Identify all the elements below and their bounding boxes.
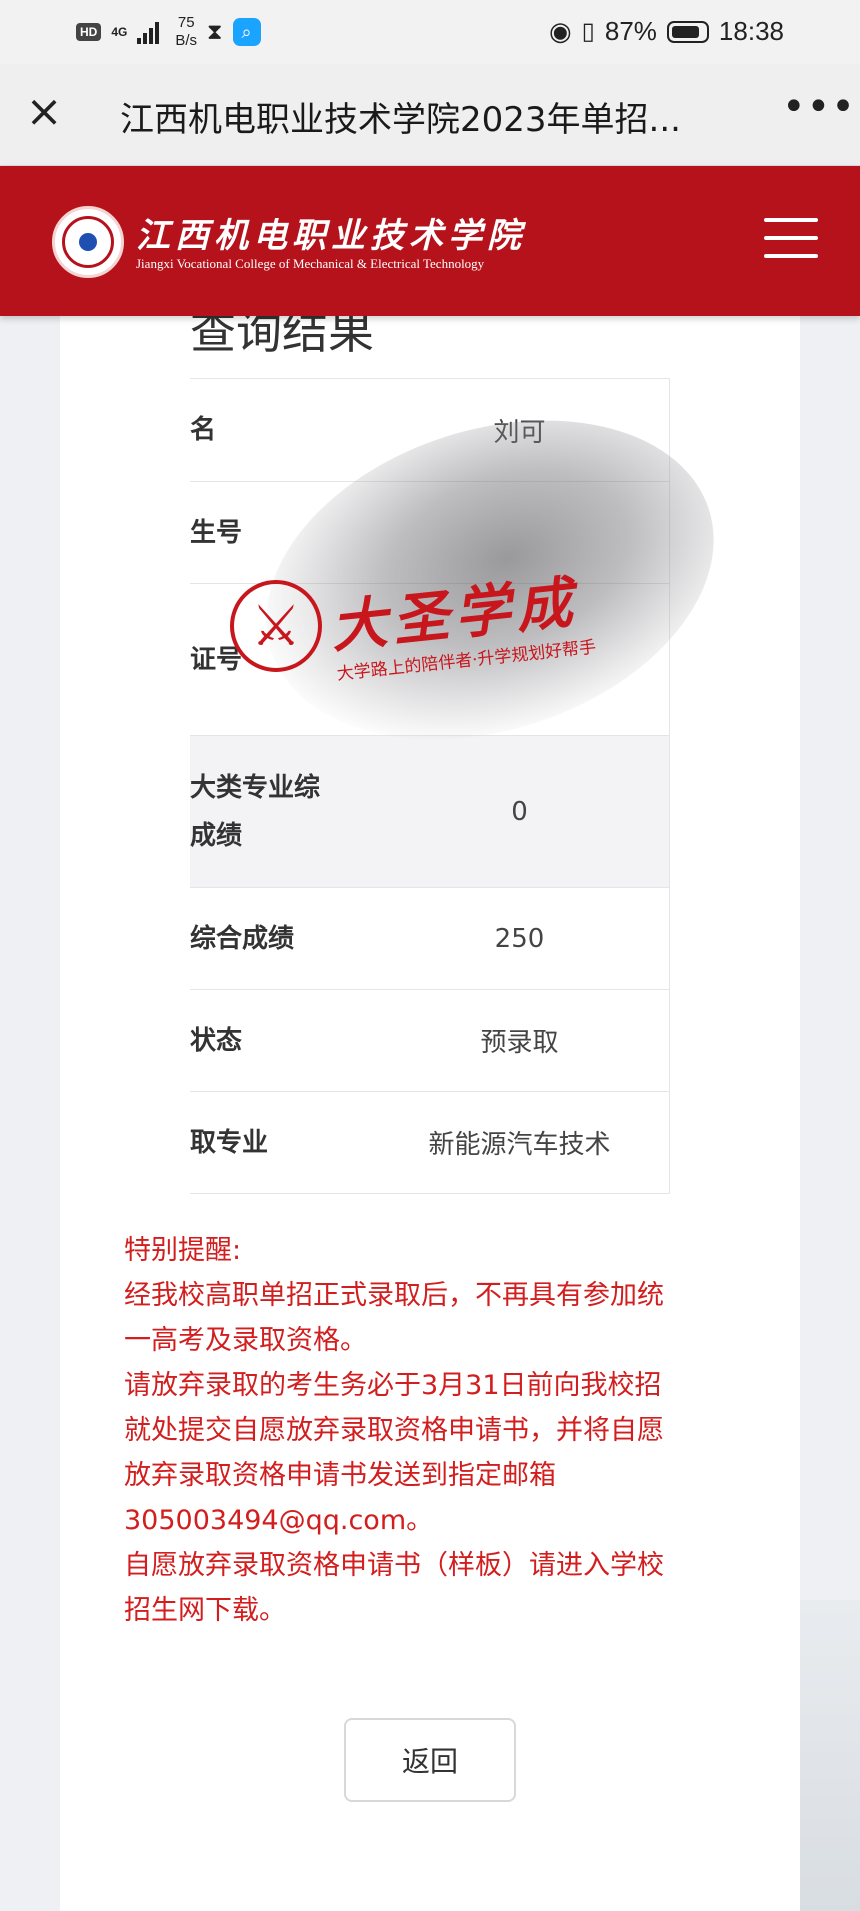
row-value: 刘可 <box>493 417 546 448</box>
background-decoration <box>800 1600 860 1911</box>
row-label: 综合成绩 <box>190 923 295 954</box>
row-value: 0 <box>511 796 528 827</box>
clock: 18:38 <box>718 16 784 46</box>
battery-percent: 87% <box>604 16 657 46</box>
reminder-line: 就处提交自愿放弃录取资格申请书，并将自愿 <box>124 1415 664 1446</box>
status-left: HD 4G 75 B/s ⧗ ⌕ <box>76 14 261 50</box>
vibrate-icon: ▯ <box>581 18 595 45</box>
row-label: 大类专业综 成绩 <box>190 764 370 860</box>
reminder-line: 经我校高职单招正式录取后，不再具有参加统 <box>124 1280 664 1311</box>
search-app-icon: ⌕ <box>232 18 261 46</box>
result-table: 名 刘可 生号 证号 大类专业综 成绩 0 综合成绩 250 状态 预录取 取专… <box>190 378 670 1194</box>
signal-icon <box>137 20 160 44</box>
row-label-line2: 成绩 <box>190 820 243 851</box>
row-label: 生号 <box>190 517 243 548</box>
row-label-line1: 大类专业综 <box>190 772 321 803</box>
school-logo-icon[interactable] <box>52 206 124 278</box>
row-label: 取专业 <box>190 1127 269 1158</box>
reminder-line: 放弃录取资格申请书发送到指定邮箱 <box>124 1460 556 1491</box>
page-title: 江西机电职业技术学院2023年单招... <box>120 100 681 140</box>
status-bar: HD 4G 75 B/s ⧗ ⌕ ◉ ▯ 87% 18:38 <box>0 0 860 64</box>
row-value: 预录取 <box>480 1028 559 1058</box>
row-label: 名 <box>190 415 217 445</box>
back-button[interactable]: 返回 <box>344 1718 516 1802</box>
reminder-line: 一高考及录取资格。 <box>124 1325 367 1356</box>
more-options-icon[interactable]: ••• <box>782 82 855 142</box>
table-row: 名 刘可 <box>190 379 669 481</box>
table-row: 生号 <box>190 481 669 583</box>
reminder-heading: 特别提醒: <box>124 1235 242 1266</box>
speed-unit: B/s <box>175 32 198 49</box>
school-name-cn[interactable]: 江西机电职业技术学院 <box>136 208 526 257</box>
status-right: ◉ ▯ 87% 18:38 <box>549 16 784 47</box>
row-value: 新能源汽车技术 <box>428 1130 611 1160</box>
table-row: 综合成绩 250 <box>190 887 669 989</box>
reminder-email: 305003494@qq.com。 <box>124 1505 434 1536</box>
hamburger-menu-icon[interactable] <box>764 218 818 258</box>
school-header: 江西机电职业技术学院 Jiangxi Vocational College of… <box>0 166 860 316</box>
eye-icon: ◉ <box>548 16 572 46</box>
app-nav-bar: × 江西机电职业技术学院2023年单招... ••• <box>0 64 860 166</box>
network-type: 4G <box>111 25 128 39</box>
close-icon[interactable]: × <box>22 90 66 136</box>
row-label: 状态 <box>190 1025 243 1056</box>
table-row: 证号 <box>190 583 669 735</box>
speed-value: 75 <box>177 14 195 31</box>
table-row: 取专业 新能源汽车技术 <box>190 1091 669 1193</box>
row-label: 证号 <box>190 644 243 675</box>
special-reminder: 特别提醒: 经我校高职单招正式录取后，不再具有参加统 一高考及录取资格。 请放弃… <box>124 1228 744 1633</box>
content-card: 查询结果 名 刘可 生号 证号 大类专业综 成绩 0 综合成绩 250 状态 预… <box>60 300 800 1911</box>
row-value: 250 <box>494 923 545 954</box>
school-name-en: Jiangxi Vocational College of Mechanical… <box>136 256 485 271</box>
hd-badge: HD <box>76 23 102 41</box>
reminder-line: 自愿放弃录取资格申请书（样板）请进入学校 <box>124 1550 664 1581</box>
hourglass-icon: ⧗ <box>207 19 223 44</box>
reminder-line: 请放弃录取的考生务必于3月31日前向我校招 <box>124 1370 662 1401</box>
table-row: 大类专业综 成绩 0 <box>190 735 669 887</box>
reminder-line: 招生网下载。 <box>124 1595 286 1626</box>
table-row: 状态 预录取 <box>190 989 669 1091</box>
battery-icon <box>666 20 709 43</box>
network-speed: 75 B/s <box>175 14 197 50</box>
